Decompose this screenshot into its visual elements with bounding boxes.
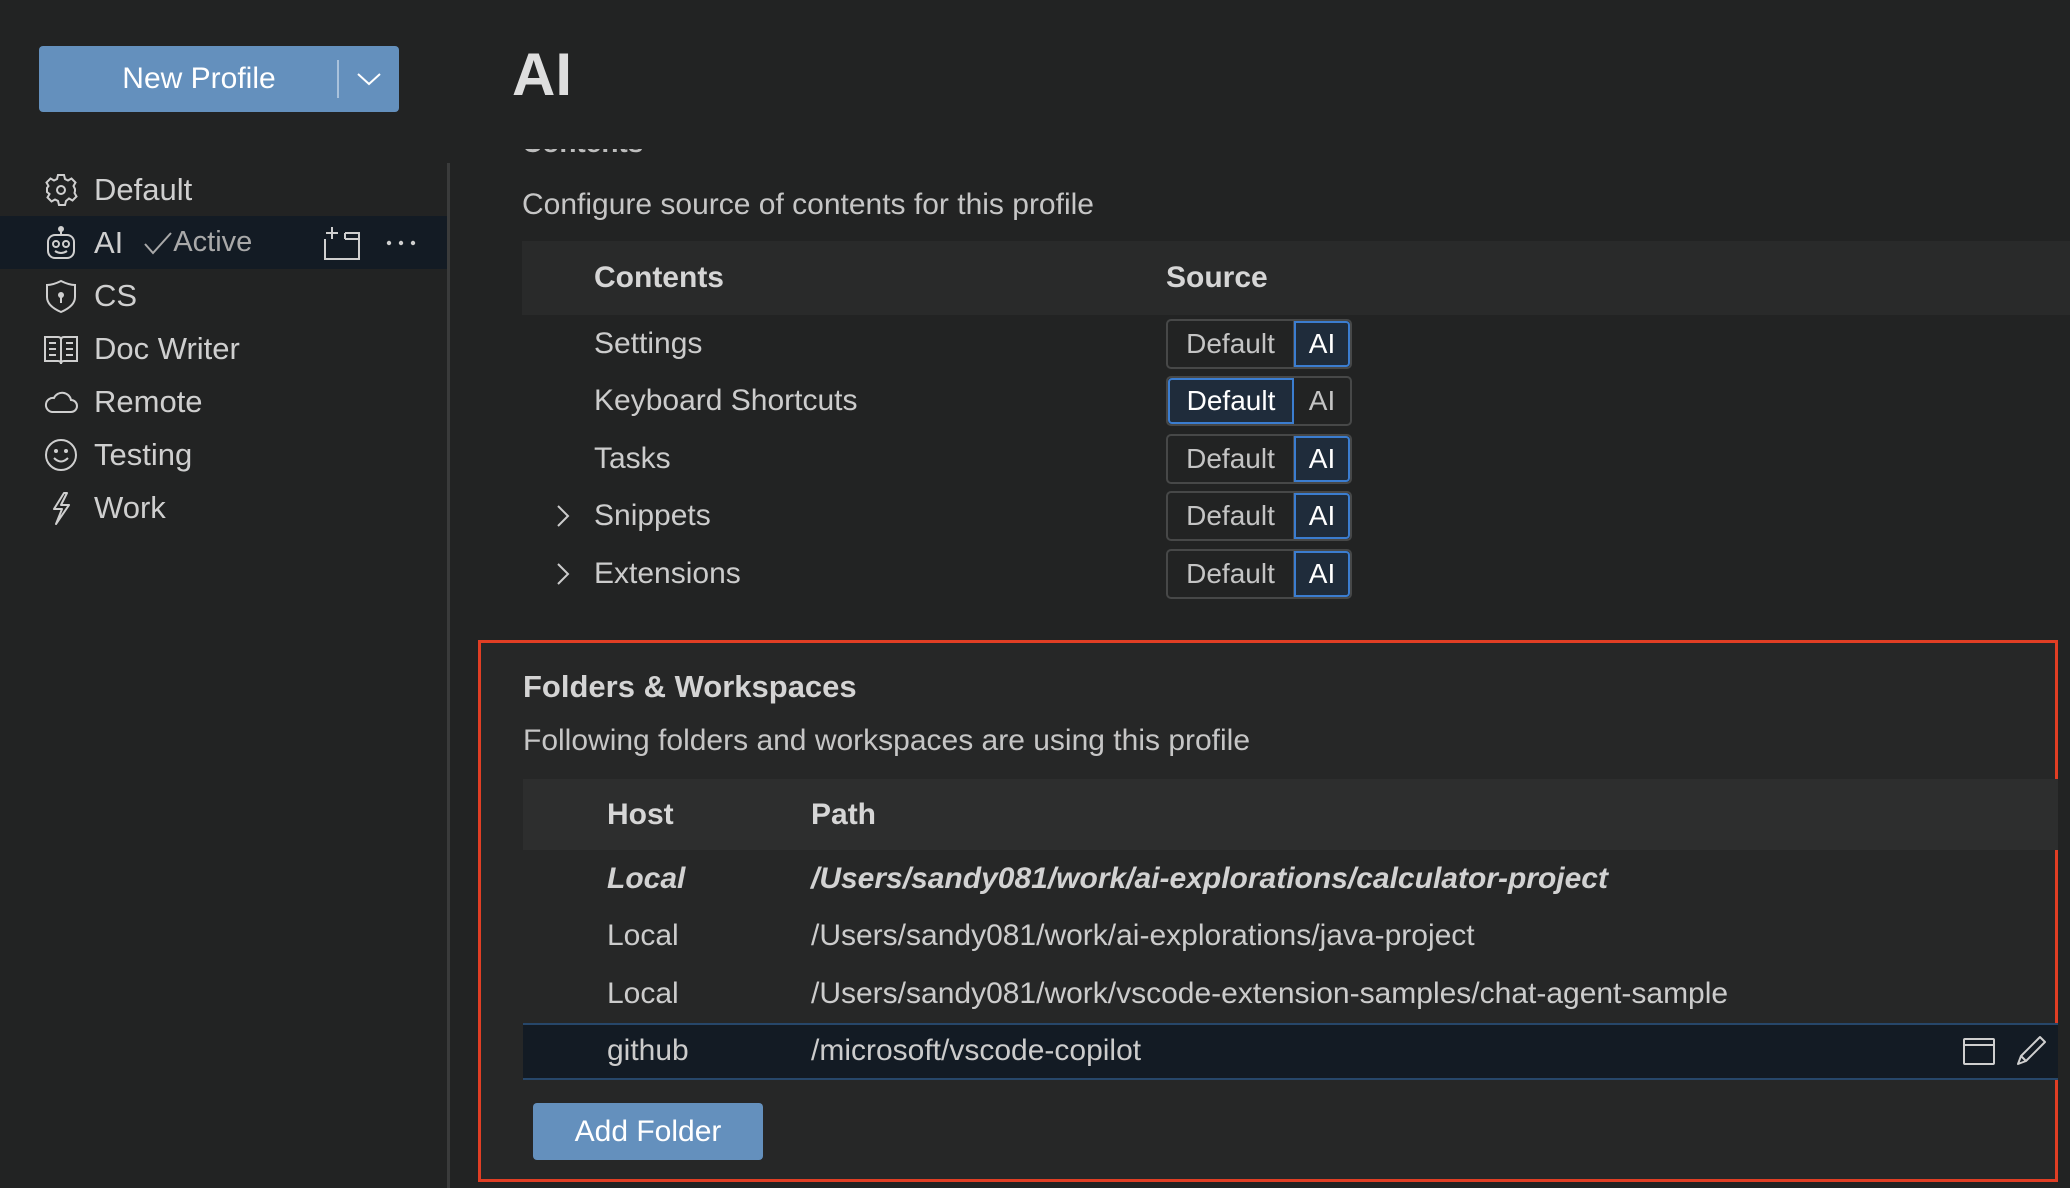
- contents-row-settings[interactable]: Settings Default AI: [522, 315, 2070, 373]
- lightning-icon: [43, 490, 79, 526]
- path-cell: /Users/sandy081/work/ai-explorations/cal…: [811, 861, 1608, 895]
- profile-label: CS: [94, 277, 138, 313]
- folder-row[interactable]: Local /Users/sandy081/work/vscode-extens…: [523, 965, 2058, 1023]
- section-title: Folders & Workspaces: [523, 669, 857, 704]
- source-option-ai[interactable]: AI: [1294, 378, 1350, 424]
- path-cell: /Users/sandy081/work/vscode-extension-sa…: [811, 976, 1729, 1010]
- new-profile-dropdown[interactable]: [339, 46, 399, 112]
- profile-actions: [323, 225, 417, 261]
- contents-row-keyboard-shortcuts[interactable]: Keyboard Shortcuts Default AI: [522, 373, 2070, 431]
- chevron-right-icon[interactable]: [556, 562, 570, 586]
- chevron-right-icon[interactable]: [556, 504, 570, 528]
- add-folder-button[interactable]: Add Folder: [533, 1103, 763, 1160]
- source-option-ai[interactable]: AI: [1294, 320, 1350, 367]
- profile-label: Work: [94, 489, 166, 525]
- table-header: Host Path: [523, 779, 2058, 850]
- profile-details: AI Contents Configure source of contents…: [450, 0, 2070, 1188]
- active-label: Active: [173, 226, 253, 258]
- contents-table: Contents Source Settings Default AI Keyb…: [522, 241, 2070, 603]
- profile-label: Default: [94, 171, 193, 207]
- host-column-header: Host: [607, 797, 674, 831]
- cloud-icon: [43, 384, 79, 420]
- source-toggle: Default AI: [1166, 491, 1352, 542]
- new-window-button[interactable]: [323, 225, 361, 261]
- path-cell: /microsoft/vscode-copilot: [811, 1034, 1142, 1068]
- row-label: Settings: [594, 326, 703, 360]
- profile-item-testing[interactable]: Testing: [0, 428, 447, 481]
- profile-label: Doc Writer: [94, 330, 240, 366]
- contents-description: Configure source of contents for this pr…: [522, 188, 1094, 221]
- active-badge: Active: [143, 226, 252, 259]
- profiles-editor: New Profile Default AI Active CS Doc Wri…: [0, 0, 2070, 1188]
- folder-row[interactable]: Local /Users/sandy081/work/ai-exploratio…: [523, 908, 2058, 966]
- edit-button[interactable]: [2014, 1034, 2048, 1068]
- open-in-window-button[interactable]: [1962, 1036, 1996, 1066]
- contents-column-header: Contents: [594, 261, 724, 294]
- profile-label: AI: [94, 224, 124, 260]
- contents-section-heading: Contents: [522, 149, 662, 157]
- source-toggle: Default AI: [1166, 318, 1352, 369]
- source-option-default[interactable]: Default: [1168, 493, 1294, 540]
- profile-item-remote[interactable]: Remote: [0, 375, 447, 428]
- profile-label: Remote: [94, 383, 203, 419]
- contents-row-snippets[interactable]: Snippets Default AI: [522, 488, 2070, 546]
- row-label: Tasks: [594, 441, 671, 475]
- check-icon: [144, 231, 173, 254]
- source-toggle: Default AI: [1166, 376, 1352, 427]
- contents-row-extensions[interactable]: Extensions Default AI: [522, 545, 2070, 603]
- profile-item-ai[interactable]: AI Active: [0, 216, 447, 269]
- source-option-ai[interactable]: AI: [1294, 550, 1350, 597]
- book-icon: [43, 331, 79, 367]
- more-actions-button[interactable]: [385, 239, 417, 247]
- gear-icon: [43, 172, 79, 208]
- source-toggle: Default AI: [1166, 433, 1352, 484]
- source-option-default[interactable]: Default: [1168, 378, 1294, 425]
- ellipsis-icon: [386, 240, 416, 245]
- source-option-default[interactable]: Default: [1168, 320, 1294, 367]
- source-option-ai[interactable]: AI: [1294, 493, 1350, 540]
- folders-table: Host Path Local /Users/sandy081/work/ai-…: [523, 779, 2058, 1080]
- source-toggle: Default AI: [1166, 548, 1352, 599]
- table-header: Contents Source: [522, 241, 2070, 315]
- smiley-icon: [43, 437, 79, 473]
- profile-item-cs[interactable]: CS: [0, 269, 447, 322]
- row-label: Snippets: [594, 499, 711, 533]
- chevron-down-icon: [357, 73, 381, 86]
- pencil-icon: [2017, 1036, 2046, 1066]
- source-option-default[interactable]: Default: [1168, 435, 1294, 482]
- host-cell: Local: [607, 919, 679, 953]
- shield-icon: [43, 278, 79, 314]
- page-title: AI: [512, 41, 572, 108]
- host-cell: github: [607, 1034, 689, 1068]
- row-label: Extensions: [594, 556, 741, 590]
- row-label: Keyboard Shortcuts: [594, 384, 858, 418]
- profile-item-doc-writer[interactable]: Doc Writer: [0, 322, 447, 375]
- profile-label: Testing: [94, 436, 193, 472]
- profile-item-default[interactable]: Default: [0, 163, 447, 216]
- host-cell: Local: [607, 861, 686, 895]
- folder-row[interactable]: github /microsoft/vscode-copilot: [523, 1022, 2058, 1080]
- new-profile-label: New Profile: [122, 62, 276, 95]
- path-cell: /Users/sandy081/work/ai-explorations/jav…: [811, 919, 1475, 953]
- section-description: Following folders and workspaces are usi…: [523, 724, 1251, 757]
- profiles-sidebar: New Profile Default AI Active CS Doc Wri…: [0, 0, 450, 1188]
- window-icon: [1963, 1038, 1995, 1066]
- folder-row[interactable]: Local /Users/sandy081/work/ai-exploratio…: [523, 850, 2058, 908]
- source-column-header: Source: [1166, 261, 1268, 294]
- source-option-default[interactable]: Default: [1168, 550, 1294, 597]
- new-window-icon: [324, 226, 360, 260]
- profile-item-work[interactable]: Work: [0, 481, 447, 534]
- profile-list: Default AI Active CS Doc Writer Remote T…: [0, 163, 447, 534]
- contents-row-tasks[interactable]: Tasks Default AI: [522, 430, 2070, 488]
- folders-workspaces-section: Folders & Workspaces Following folders a…: [478, 640, 2058, 1182]
- new-profile-button[interactable]: New Profile: [39, 46, 399, 112]
- path-column-header: Path: [811, 797, 877, 831]
- host-cell: Local: [607, 976, 679, 1010]
- row-actions: [1962, 1034, 2048, 1068]
- robot-icon: [43, 225, 79, 261]
- source-option-ai[interactable]: AI: [1294, 435, 1350, 482]
